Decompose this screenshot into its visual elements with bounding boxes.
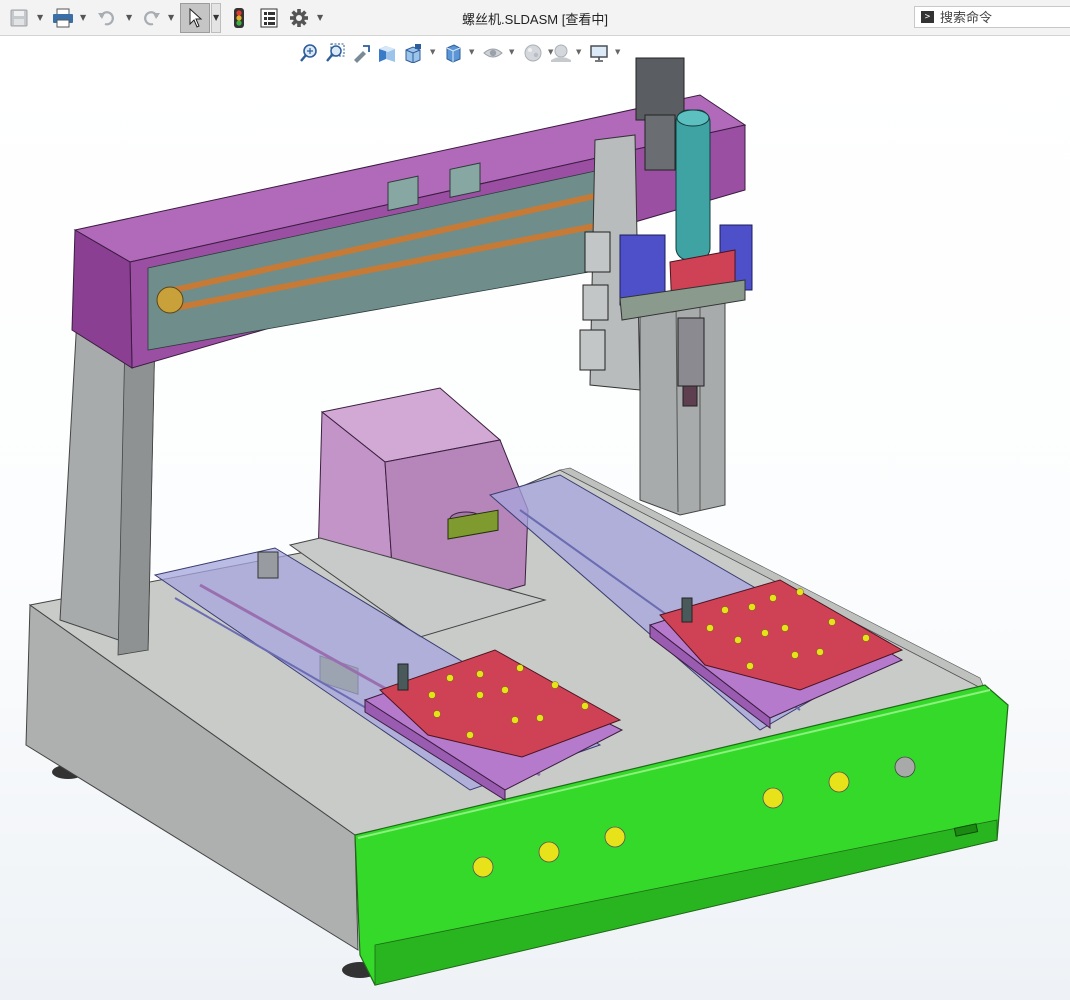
pneumatic-valve-1 (584, 231, 611, 273)
belt-pulley (156, 286, 184, 314)
left-rail-post (257, 551, 279, 579)
pneumatic-valve-2 (582, 284, 609, 321)
x-axis-motor (635, 57, 685, 121)
electric-screwdriver (675, 109, 711, 261)
guide-block-1 (387, 175, 419, 212)
front-power-socket (894, 756, 916, 778)
screw-machine-model[interactable] (0, 0, 1070, 1000)
left-fixture-pin (397, 663, 409, 691)
screw-bit-holder (677, 317, 705, 387)
front-button-4[interactable] (762, 787, 784, 809)
front-button-5[interactable] (828, 771, 850, 793)
right-fixture-pin (681, 597, 693, 623)
front-button-1[interactable] (472, 856, 494, 878)
front-button-3[interactable] (604, 826, 626, 848)
pneumatic-valve-3 (579, 329, 606, 371)
front-button-2[interactable] (538, 841, 560, 863)
guide-block-2 (449, 162, 481, 198)
